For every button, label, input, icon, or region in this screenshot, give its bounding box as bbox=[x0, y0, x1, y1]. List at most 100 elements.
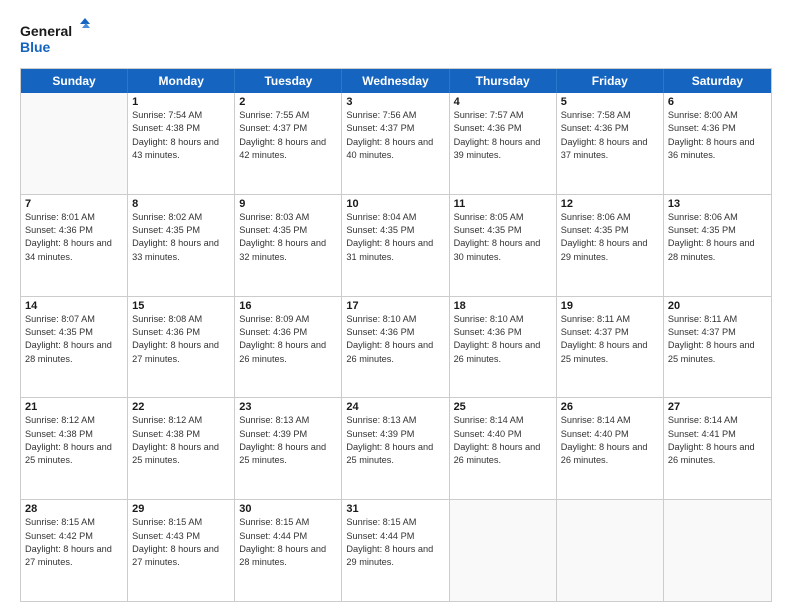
day-number: 31 bbox=[346, 503, 444, 515]
cell-info: Sunrise: 8:10 AMSunset: 4:36 PMDaylight:… bbox=[346, 313, 444, 366]
day-number: 29 bbox=[132, 503, 230, 515]
cell-info: Sunrise: 8:05 AMSunset: 4:35 PMDaylight:… bbox=[454, 211, 552, 264]
weekday-header: Sunday bbox=[21, 69, 128, 93]
calendar-cell: 19 Sunrise: 8:11 AMSunset: 4:37 PMDaylig… bbox=[557, 297, 664, 398]
day-number: 15 bbox=[132, 300, 230, 312]
cell-info: Sunrise: 8:01 AMSunset: 4:36 PMDaylight:… bbox=[25, 211, 123, 264]
day-number: 18 bbox=[454, 300, 552, 312]
day-number: 27 bbox=[668, 401, 767, 413]
cell-info: Sunrise: 8:02 AMSunset: 4:35 PMDaylight:… bbox=[132, 211, 230, 264]
calendar-cell bbox=[664, 500, 771, 601]
day-number: 11 bbox=[454, 198, 552, 210]
calendar-header: SundayMondayTuesdayWednesdayThursdayFrid… bbox=[21, 69, 771, 93]
cell-info: Sunrise: 8:14 AMSunset: 4:40 PMDaylight:… bbox=[561, 414, 659, 467]
calendar-cell: 13 Sunrise: 8:06 AMSunset: 4:35 PMDaylig… bbox=[664, 195, 771, 296]
calendar-cell: 1 Sunrise: 7:54 AMSunset: 4:38 PMDayligh… bbox=[128, 93, 235, 194]
calendar-cell: 20 Sunrise: 8:11 AMSunset: 4:37 PMDaylig… bbox=[664, 297, 771, 398]
svg-text:Blue: Blue bbox=[20, 39, 51, 55]
weekday-header: Saturday bbox=[664, 69, 771, 93]
day-number: 13 bbox=[668, 198, 767, 210]
calendar-cell: 9 Sunrise: 8:03 AMSunset: 4:35 PMDayligh… bbox=[235, 195, 342, 296]
calendar-cell: 31 Sunrise: 8:15 AMSunset: 4:44 PMDaylig… bbox=[342, 500, 449, 601]
day-number: 5 bbox=[561, 96, 659, 108]
cell-info: Sunrise: 8:10 AMSunset: 4:36 PMDaylight:… bbox=[454, 313, 552, 366]
cell-info: Sunrise: 7:58 AMSunset: 4:36 PMDaylight:… bbox=[561, 109, 659, 162]
calendar-cell: 2 Sunrise: 7:55 AMSunset: 4:37 PMDayligh… bbox=[235, 93, 342, 194]
day-number: 7 bbox=[25, 198, 123, 210]
calendar-cell: 4 Sunrise: 7:57 AMSunset: 4:36 PMDayligh… bbox=[450, 93, 557, 194]
calendar-row: 28 Sunrise: 8:15 AMSunset: 4:42 PMDaylig… bbox=[21, 500, 771, 601]
logo: General Blue bbox=[20, 18, 90, 58]
cell-info: Sunrise: 8:14 AMSunset: 4:40 PMDaylight:… bbox=[454, 414, 552, 467]
day-number: 4 bbox=[454, 96, 552, 108]
calendar-cell: 11 Sunrise: 8:05 AMSunset: 4:35 PMDaylig… bbox=[450, 195, 557, 296]
calendar-cell: 16 Sunrise: 8:09 AMSunset: 4:36 PMDaylig… bbox=[235, 297, 342, 398]
calendar-cell: 17 Sunrise: 8:10 AMSunset: 4:36 PMDaylig… bbox=[342, 297, 449, 398]
day-number: 25 bbox=[454, 401, 552, 413]
page: General Blue SundayMondayTuesdayWednesda… bbox=[0, 0, 792, 612]
day-number: 1 bbox=[132, 96, 230, 108]
calendar-cell: 7 Sunrise: 8:01 AMSunset: 4:36 PMDayligh… bbox=[21, 195, 128, 296]
svg-text:General: General bbox=[20, 23, 72, 39]
cell-info: Sunrise: 8:15 AMSunset: 4:44 PMDaylight:… bbox=[239, 516, 337, 569]
day-number: 9 bbox=[239, 198, 337, 210]
cell-info: Sunrise: 8:15 AMSunset: 4:43 PMDaylight:… bbox=[132, 516, 230, 569]
calendar-cell bbox=[21, 93, 128, 194]
day-number: 8 bbox=[132, 198, 230, 210]
cell-info: Sunrise: 7:55 AMSunset: 4:37 PMDaylight:… bbox=[239, 109, 337, 162]
calendar-cell: 25 Sunrise: 8:14 AMSunset: 4:40 PMDaylig… bbox=[450, 398, 557, 499]
calendar-cell: 15 Sunrise: 8:08 AMSunset: 4:36 PMDaylig… bbox=[128, 297, 235, 398]
header: General Blue bbox=[20, 18, 772, 58]
day-number: 28 bbox=[25, 503, 123, 515]
calendar-cell: 22 Sunrise: 8:12 AMSunset: 4:38 PMDaylig… bbox=[128, 398, 235, 499]
cell-info: Sunrise: 8:03 AMSunset: 4:35 PMDaylight:… bbox=[239, 211, 337, 264]
cell-info: Sunrise: 7:56 AMSunset: 4:37 PMDaylight:… bbox=[346, 109, 444, 162]
calendar-row: 7 Sunrise: 8:01 AMSunset: 4:36 PMDayligh… bbox=[21, 195, 771, 297]
calendar-cell bbox=[557, 500, 664, 601]
calendar-cell: 3 Sunrise: 7:56 AMSunset: 4:37 PMDayligh… bbox=[342, 93, 449, 194]
weekday-header: Wednesday bbox=[342, 69, 449, 93]
day-number: 12 bbox=[561, 198, 659, 210]
calendar-cell: 14 Sunrise: 8:07 AMSunset: 4:35 PMDaylig… bbox=[21, 297, 128, 398]
cell-info: Sunrise: 8:07 AMSunset: 4:35 PMDaylight:… bbox=[25, 313, 123, 366]
calendar-cell: 29 Sunrise: 8:15 AMSunset: 4:43 PMDaylig… bbox=[128, 500, 235, 601]
cell-info: Sunrise: 8:13 AMSunset: 4:39 PMDaylight:… bbox=[346, 414, 444, 467]
calendar-cell: 8 Sunrise: 8:02 AMSunset: 4:35 PMDayligh… bbox=[128, 195, 235, 296]
calendar-row: 21 Sunrise: 8:12 AMSunset: 4:38 PMDaylig… bbox=[21, 398, 771, 500]
calendar-cell: 18 Sunrise: 8:10 AMSunset: 4:36 PMDaylig… bbox=[450, 297, 557, 398]
cell-info: Sunrise: 8:12 AMSunset: 4:38 PMDaylight:… bbox=[25, 414, 123, 467]
day-number: 22 bbox=[132, 401, 230, 413]
cell-info: Sunrise: 8:15 AMSunset: 4:42 PMDaylight:… bbox=[25, 516, 123, 569]
weekday-header: Thursday bbox=[450, 69, 557, 93]
calendar-cell: 27 Sunrise: 8:14 AMSunset: 4:41 PMDaylig… bbox=[664, 398, 771, 499]
calendar-cell: 28 Sunrise: 8:15 AMSunset: 4:42 PMDaylig… bbox=[21, 500, 128, 601]
cell-info: Sunrise: 8:06 AMSunset: 4:35 PMDaylight:… bbox=[668, 211, 767, 264]
cell-info: Sunrise: 8:06 AMSunset: 4:35 PMDaylight:… bbox=[561, 211, 659, 264]
calendar-cell: 24 Sunrise: 8:13 AMSunset: 4:39 PMDaylig… bbox=[342, 398, 449, 499]
calendar-row: 1 Sunrise: 7:54 AMSunset: 4:38 PMDayligh… bbox=[21, 93, 771, 195]
calendar-cell: 5 Sunrise: 7:58 AMSunset: 4:36 PMDayligh… bbox=[557, 93, 664, 194]
cell-info: Sunrise: 8:12 AMSunset: 4:38 PMDaylight:… bbox=[132, 414, 230, 467]
day-number: 17 bbox=[346, 300, 444, 312]
cell-info: Sunrise: 7:54 AMSunset: 4:38 PMDaylight:… bbox=[132, 109, 230, 162]
day-number: 26 bbox=[561, 401, 659, 413]
weekday-header: Monday bbox=[128, 69, 235, 93]
logo-svg: General Blue bbox=[20, 18, 90, 58]
calendar-cell: 6 Sunrise: 8:00 AMSunset: 4:36 PMDayligh… bbox=[664, 93, 771, 194]
calendar: SundayMondayTuesdayWednesdayThursdayFrid… bbox=[20, 68, 772, 602]
day-number: 2 bbox=[239, 96, 337, 108]
day-number: 21 bbox=[25, 401, 123, 413]
calendar-cell bbox=[450, 500, 557, 601]
cell-info: Sunrise: 8:08 AMSunset: 4:36 PMDaylight:… bbox=[132, 313, 230, 366]
day-number: 23 bbox=[239, 401, 337, 413]
calendar-cell: 26 Sunrise: 8:14 AMSunset: 4:40 PMDaylig… bbox=[557, 398, 664, 499]
day-number: 3 bbox=[346, 96, 444, 108]
day-number: 20 bbox=[668, 300, 767, 312]
day-number: 30 bbox=[239, 503, 337, 515]
cell-info: Sunrise: 8:15 AMSunset: 4:44 PMDaylight:… bbox=[346, 516, 444, 569]
calendar-cell: 10 Sunrise: 8:04 AMSunset: 4:35 PMDaylig… bbox=[342, 195, 449, 296]
day-number: 24 bbox=[346, 401, 444, 413]
cell-info: Sunrise: 8:04 AMSunset: 4:35 PMDaylight:… bbox=[346, 211, 444, 264]
cell-info: Sunrise: 8:11 AMSunset: 4:37 PMDaylight:… bbox=[561, 313, 659, 366]
calendar-cell: 12 Sunrise: 8:06 AMSunset: 4:35 PMDaylig… bbox=[557, 195, 664, 296]
